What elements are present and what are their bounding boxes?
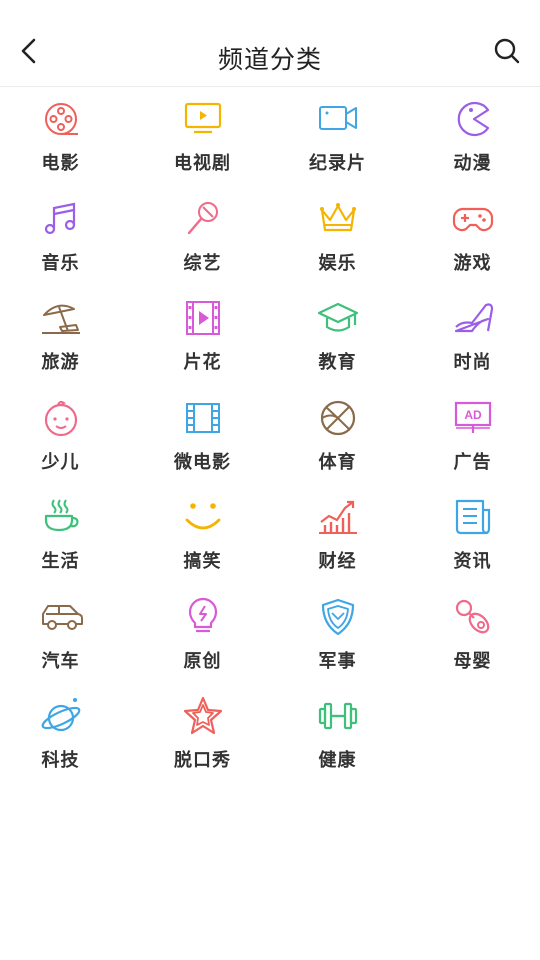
category-label: 娱乐 (318, 252, 357, 274)
tv-icon (135, 98, 270, 140)
category-item[interactable]: 综艺 (135, 186, 270, 286)
category-label: 综艺 (183, 252, 222, 274)
category-label: 财经 (318, 551, 357, 572)
category-item[interactable]: 健康 (270, 683, 405, 783)
category-item[interactable]: 音乐 (0, 186, 128, 286)
microphone-icon (135, 198, 270, 240)
coffee-cup-icon (0, 496, 128, 538)
category-label: 军事 (318, 650, 357, 672)
category-label: 电影 (41, 153, 80, 174)
category-item[interactable]: 动漫 (405, 86, 540, 186)
category-label: 科技 (41, 750, 80, 771)
category-item[interactable]: 资讯 (405, 484, 540, 584)
category-label: 少儿 (41, 451, 80, 473)
category-label: 生活 (41, 551, 80, 572)
beach-umbrella-icon (0, 297, 128, 339)
category-item[interactable]: 财经 (270, 484, 405, 584)
smile-icon (135, 496, 270, 538)
film-strip-play-icon (135, 297, 270, 339)
category-label: 搞笑 (183, 551, 222, 572)
category-label: 微电影 (174, 451, 231, 473)
video-camera-icon (270, 98, 405, 140)
finance-chart-icon (270, 496, 405, 538)
newspaper-icon (405, 496, 540, 538)
category-label: 游戏 (453, 252, 492, 274)
music-note-icon (0, 198, 128, 240)
baby-face-icon (0, 397, 128, 439)
gamepad-icon (405, 198, 540, 240)
category-item[interactable]: 娱乐 (270, 186, 405, 286)
category-label: 资讯 (453, 551, 492, 572)
ad-board-icon: AD (405, 397, 540, 439)
star-icon (135, 695, 270, 737)
search-icon (494, 38, 520, 64)
lightbulb-icon (135, 596, 270, 638)
category-item[interactable]: 时尚 (405, 285, 540, 385)
pacman-icon (405, 98, 540, 140)
category-label: 脱口秀 (174, 750, 231, 771)
category-item[interactable]: 体育 (270, 385, 405, 485)
category-label: 电视剧 (174, 153, 231, 174)
category-item[interactable]: 微电影 (135, 385, 270, 485)
film-reel-icon (0, 98, 128, 140)
category-item[interactable]: 搞笑 (135, 484, 270, 584)
category-item[interactable]: 生活 (0, 484, 128, 584)
category-item[interactable]: 军事 (270, 584, 405, 684)
category-item[interactable]: 教育 (270, 285, 405, 385)
category-label: 旅游 (41, 352, 80, 373)
category-item[interactable]: 纪录片 (270, 86, 405, 186)
high-heel-icon (405, 297, 540, 339)
category-item[interactable]: 汽车 (0, 584, 128, 684)
planet-icon (0, 695, 128, 737)
basketball-icon (270, 397, 405, 439)
category-label: 音乐 (41, 252, 80, 274)
category-item[interactable]: 脱口秀 (135, 683, 270, 783)
page-title: 频道分类 (217, 45, 322, 74)
category-label: 纪录片 (309, 153, 366, 174)
category-label: 健康 (318, 750, 357, 771)
category-item[interactable]: 原创 (135, 584, 270, 684)
graduation-cap-icon (270, 297, 405, 339)
car-icon (0, 596, 128, 638)
category-item[interactable]: 片花 (135, 285, 270, 385)
shield-icon (270, 596, 405, 638)
category-item[interactable]: 旅游 (0, 285, 128, 385)
category-label: 汽车 (41, 650, 80, 672)
category-label: 片花 (183, 352, 222, 373)
category-label: 时尚 (453, 352, 492, 373)
top-bar: 频道分类 (0, 0, 540, 87)
category-label: 广告 (453, 451, 492, 473)
category-item[interactable]: 游戏 (405, 186, 540, 286)
dumbbell-icon (270, 695, 405, 737)
category-item[interactable]: 少儿 (0, 385, 128, 485)
category-label: 原创 (183, 650, 222, 672)
category-label: 动漫 (453, 153, 492, 174)
category-item[interactable]: AD 广告 (405, 385, 540, 485)
svg-text:AD: AD (464, 408, 482, 422)
category-item[interactable]: 母婴 (405, 584, 540, 684)
category-item[interactable]: 电影 (0, 86, 128, 186)
crown-icon (270, 198, 405, 240)
category-label: 母婴 (453, 650, 492, 672)
search-button[interactable] (492, 36, 522, 66)
category-item[interactable]: 科技 (0, 683, 128, 783)
category-item[interactable]: 电视剧 (135, 86, 270, 186)
pacifier-icon (405, 596, 540, 638)
category-label: 体育 (318, 451, 357, 473)
film-frame-icon (135, 397, 270, 439)
category-label: 教育 (318, 352, 357, 373)
